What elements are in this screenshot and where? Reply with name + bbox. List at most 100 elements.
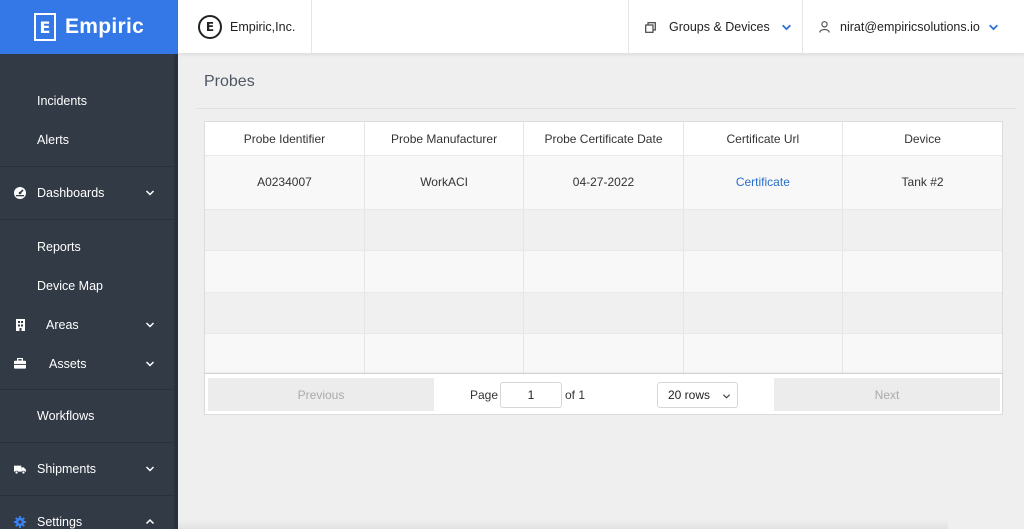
next-button[interactable]: Next [774,378,1000,411]
cell-probe-identifier: A0234007 [205,154,365,209]
footer-shadow [178,520,948,529]
empty-cell [364,333,525,375]
empty-cell [364,208,525,251]
sidebar-item-workflows[interactable]: Workflows [0,390,174,442]
column-header-probe-manufacturer[interactable]: Probe Manufacturer [364,122,525,155]
pagination-bar: Previous Page of 1 20 rows Next [205,373,1002,414]
table-row-empty [205,333,1002,375]
brand-name: Empiric [65,15,145,38]
user-menu[interactable]: nirat@empiricsolutions.io [803,0,1024,54]
empty-cell [364,250,525,292]
empty-cell [523,250,684,292]
previous-button[interactable]: Previous [208,378,434,411]
page-number-input[interactable] [500,382,562,408]
page-title: Probes [204,73,255,90]
chevron-up-icon [145,518,155,525]
user-email: nirat@empiricsolutions.io [840,20,980,34]
sidebar-item-dashboards[interactable]: Dashboards [0,167,174,219]
empty-cell [842,250,1002,292]
probes-table: Probe Identifier Probe Manufacturer Prob… [204,121,1003,415]
empty-cell [683,333,844,375]
company-logo-icon: E [198,15,222,39]
empty-cell [523,333,684,375]
sidebar-item-label: Incidents [37,93,88,108]
sidebar-item-settings[interactable]: Settings [0,496,174,529]
sidebar: E Empiric Incidents Alerts Dashboards Re… [0,0,178,529]
cell-probe-certificate-date: 04-27-2022 [523,154,684,209]
groups-devices-dropdown[interactable]: Groups & Devices [628,0,803,54]
table-header-row: Probe Identifier Probe Manufacturer Prob… [205,122,1002,155]
chevron-down-icon [145,190,155,196]
briefcase-icon [14,358,26,370]
column-header-probe-certificate-date[interactable]: Probe Certificate Date [523,122,684,155]
chevron-down-icon [722,394,731,399]
certificate-link[interactable]: Certificate [736,175,790,189]
sidebar-item-label: Settings [37,515,83,529]
company-logo-letter: E [205,20,215,34]
empty-cell [683,208,844,251]
sidebar-item-label: Assets [49,356,87,371]
empty-cell [364,291,525,334]
page-label: Page [470,388,499,402]
sidebar-item-label: Device Map [37,278,103,293]
empty-cell [205,333,365,375]
gauge-icon [14,187,26,199]
groups-devices-label: Groups & Devices [669,20,770,34]
empty-cell [842,333,1002,375]
table-row-empty [205,208,1002,251]
table-row-empty [205,250,1002,292]
sidebar-item-label: Alerts [37,132,69,147]
sidebar-item-incidents[interactable]: Incidents [0,81,174,120]
brand-logo-letter: E [39,17,51,37]
column-header-certificate-url[interactable]: Certificate Url [683,122,844,155]
cell-probe-manufacturer: WorkACI [364,154,525,209]
sidebar-nav: Incidents Alerts Dashboards Reports Devi… [0,54,174,529]
sidebar-scrollbar[interactable] [174,54,178,529]
company-name: Empiric,Inc. [230,20,296,34]
empty-cell [205,291,365,334]
chevron-down-icon [145,360,155,367]
empty-cell [205,250,365,292]
windows-stack-icon [645,21,656,33]
column-header-device[interactable]: Device [842,122,1002,155]
rows-per-page-select[interactable]: 20 rows [657,382,738,408]
rows-per-page-value: 20 rows [668,388,711,402]
sidebar-item-alerts[interactable]: Alerts [0,120,174,159]
sidebar-item-label: Areas [46,317,79,332]
sidebar-item-device-map[interactable]: Device Map [0,266,174,305]
user-icon [819,21,830,33]
cell-certificate-url: Certificate [683,154,844,209]
empty-cell [683,250,844,292]
total-pages-label: of 1 [565,388,586,402]
chevron-down-icon [145,321,155,328]
title-divider [196,108,1016,109]
chevron-down-icon [988,24,998,30]
sidebar-item-label: Shipments [37,462,97,476]
brand[interactable]: E Empiric [0,0,178,54]
empty-cell [683,291,844,334]
sidebar-item-shipments[interactable]: Shipments [0,443,174,495]
gear-icon [14,516,26,528]
sidebar-item-label: Workflows [37,409,95,423]
cell-device: Tank #2 [842,154,1002,209]
empty-cell [523,291,684,334]
chevron-down-icon [145,466,155,472]
topbar: E Empiric,Inc. Groups & Devices nirat@em… [178,0,1024,54]
sidebar-item-assets[interactable]: Assets [0,344,174,383]
building-icon [14,318,26,331]
empty-cell [205,208,365,251]
sidebar-item-reports[interactable]: Reports [0,227,174,266]
table-row[interactable]: A0234007 WorkACI 04-27-2022 Certificate … [205,154,1002,209]
empty-cell [523,208,684,251]
brand-logo-icon: E [34,13,56,41]
sidebar-item-label: Reports [37,239,81,254]
sidebar-item-areas[interactable]: Areas [0,305,174,344]
chevron-down-icon [781,24,791,30]
table-row-empty [205,291,1002,334]
empty-cell [842,291,1002,334]
column-header-probe-identifier[interactable]: Probe Identifier [205,122,365,155]
empty-cell [842,208,1002,251]
company-selector[interactable]: E Empiric,Inc. [178,0,312,54]
truck-icon [14,463,26,475]
sidebar-item-label: Dashboards [37,186,105,200]
